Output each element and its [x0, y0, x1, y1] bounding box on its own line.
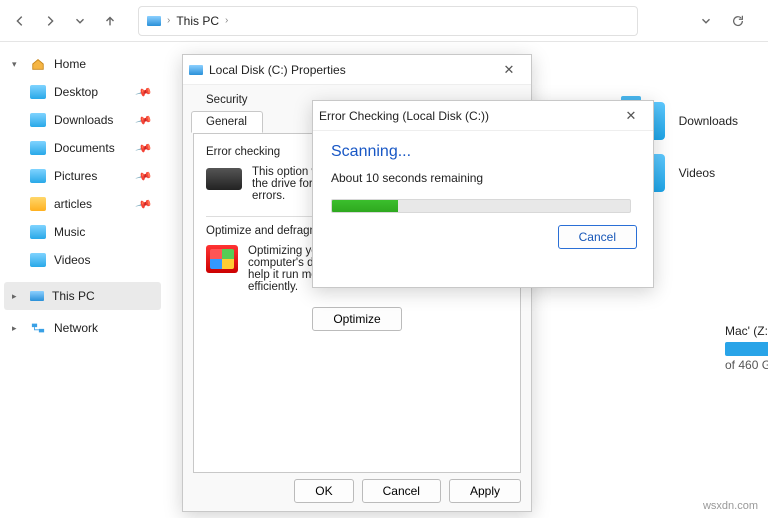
apply-button[interactable]: Apply — [449, 479, 521, 503]
sidebar-item-label: Music — [54, 225, 85, 239]
scan-remaining: About 10 seconds remaining — [331, 171, 635, 185]
sidebar-network-label: Network — [54, 321, 98, 335]
dialog-title: Local Disk (C:) Properties — [209, 63, 346, 77]
sidebar-item-articles[interactable]: articles 📌 — [22, 190, 161, 218]
dialog-titlebar[interactable]: Error Checking (Local Disk (C:)) ✕ — [313, 101, 653, 131]
sidebar-home[interactable]: ▾ Home — [4, 50, 161, 78]
chevron-right-icon: › — [167, 15, 170, 26]
drive-usage-bar — [725, 342, 768, 356]
folder-label: Videos — [679, 166, 715, 180]
folder-icon — [30, 85, 46, 99]
pc-icon — [147, 16, 161, 26]
btn-label: Cancel — [579, 230, 616, 244]
network-icon — [30, 321, 46, 335]
harddrive-icon — [206, 168, 242, 190]
address-bar[interactable]: › This PC › — [138, 6, 638, 36]
recent-dropdown[interactable] — [66, 7, 94, 35]
sidebar-home-label: Home — [54, 57, 86, 71]
dropdown-button[interactable] — [692, 7, 720, 35]
dialog-titlebar[interactable]: Local Disk (C:) Properties ✕ — [183, 55, 531, 85]
progress-fill — [332, 200, 398, 212]
btn-label: Optimize — [333, 312, 380, 326]
btn-label: Apply — [470, 484, 500, 498]
sidebar-item-desktop[interactable]: Desktop 📌 — [22, 78, 161, 106]
drive-sub: of 460 GB — [725, 358, 768, 372]
sidebar-this-pc-label: This PC — [52, 289, 95, 303]
toolbar: › This PC › — [0, 0, 768, 42]
folder-icon — [30, 197, 46, 211]
defrag-icon — [206, 245, 238, 273]
drive-label: Mac' (Z:) — [725, 324, 768, 338]
watermark: wsxdn.com — [703, 500, 758, 512]
dialog-title: Error Checking (Local Disk (C:)) — [319, 109, 489, 123]
btn-label: OK — [315, 484, 332, 498]
nav-sidebar: ▾ Home Desktop 📌 Downloads 📌 Documents 📌 Pi… — [0, 42, 165, 518]
refresh-button[interactable] — [724, 7, 752, 35]
ok-button[interactable]: OK — [294, 479, 353, 503]
cancel-button[interactable]: Cancel — [362, 479, 441, 503]
sidebar-item-label: Downloads — [54, 113, 113, 127]
folder-icon — [30, 169, 46, 183]
close-button[interactable]: ✕ — [493, 62, 525, 78]
sidebar-item-documents[interactable]: Documents 📌 — [22, 134, 161, 162]
sidebar-item-pictures[interactable]: Pictures 📌 — [22, 162, 161, 190]
tab-security[interactable]: Security — [191, 89, 263, 111]
optimize-button[interactable]: Optimize — [312, 307, 401, 331]
folder-icon — [30, 113, 46, 127]
breadcrumb-this-pc[interactable]: This PC — [176, 14, 219, 28]
folder-icon — [30, 225, 46, 239]
drive-tile-mac[interactable]: Mac' (Z:) of 460 GB — [725, 324, 768, 372]
cancel-scan-button[interactable]: Cancel — [558, 225, 637, 249]
folder-icon — [30, 141, 46, 155]
home-icon — [30, 57, 46, 71]
pin-icon: 📌 — [135, 167, 153, 185]
chevron-right-icon[interactable]: ▸ — [12, 323, 22, 334]
forward-button[interactable] — [36, 7, 64, 35]
sidebar-item-label: Videos — [54, 253, 90, 267]
disk-icon — [189, 65, 203, 75]
sidebar-item-videos[interactable]: Videos — [22, 246, 161, 274]
pc-icon — [30, 291, 44, 301]
up-button[interactable] — [96, 7, 124, 35]
chevron-right-icon[interactable]: ▸ — [12, 291, 22, 302]
sidebar-item-label: Desktop — [54, 85, 98, 99]
scan-progress-bar — [331, 199, 631, 213]
sidebar-network[interactable]: ▸ Network — [4, 314, 161, 342]
tab-label: Security — [206, 94, 248, 106]
sidebar-item-music[interactable]: Music — [22, 218, 161, 246]
tab-general[interactable]: General — [191, 111, 263, 133]
sidebar-item-label: Documents — [54, 141, 115, 155]
scan-heading: Scanning... — [331, 143, 635, 161]
btn-label: Cancel — [383, 484, 420, 498]
sidebar-item-label: articles — [54, 197, 92, 211]
folder-label: Downloads — [679, 114, 738, 128]
back-button[interactable] — [6, 7, 34, 35]
folder-icon — [30, 253, 46, 267]
pin-icon: 📌 — [135, 139, 153, 157]
close-button[interactable]: ✕ — [615, 108, 647, 124]
pin-icon: 📌 — [135, 111, 153, 129]
sidebar-item-label: Pictures — [54, 169, 97, 183]
pin-icon: 📌 — [135, 83, 153, 101]
pin-icon: 📌 — [135, 195, 153, 213]
sidebar-this-pc[interactable]: ▸ This PC — [4, 282, 161, 310]
tab-label: General — [206, 116, 247, 128]
chevron-down-icon[interactable]: ▾ — [12, 59, 22, 70]
chevron-right-icon: › — [225, 15, 228, 26]
error-checking-dialog: Error Checking (Local Disk (C:)) ✕ Scann… — [312, 100, 654, 288]
sidebar-item-downloads[interactable]: Downloads 📌 — [22, 106, 161, 134]
